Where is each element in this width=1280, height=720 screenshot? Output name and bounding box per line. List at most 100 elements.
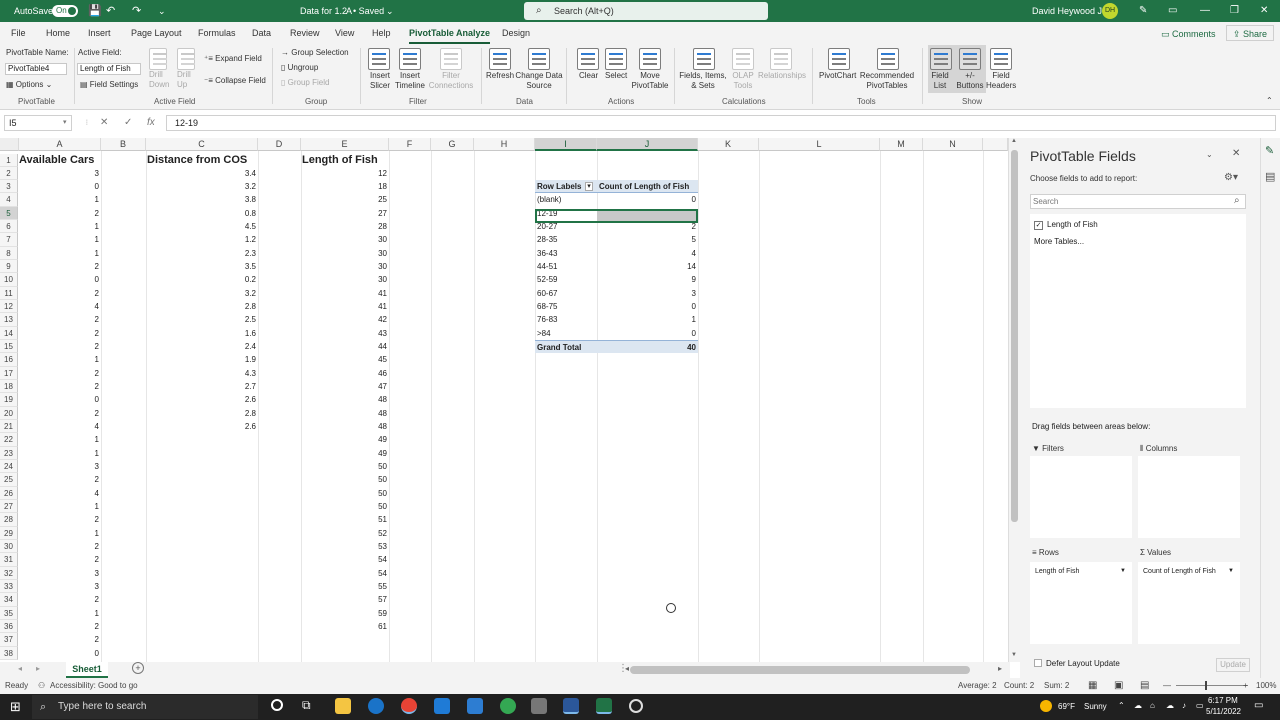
taskbar-search[interactable]: ⌕ Type here to search xyxy=(32,695,258,719)
cell-available-cars[interactable]: 1 xyxy=(19,233,101,246)
cell-available-cars[interactable]: 1 xyxy=(19,607,101,620)
row-header[interactable]: 30 xyxy=(0,540,18,554)
refresh-button[interactable]: Refresh xyxy=(486,71,514,80)
pane-settings-gear-icon[interactable]: ⚙▾ xyxy=(1224,172,1238,183)
column-header-c[interactable]: C xyxy=(146,138,258,151)
cell-length-of-fish[interactable]: 48 xyxy=(301,420,389,433)
row-header[interactable]: 3 xyxy=(0,180,18,194)
minimize-icon[interactable]: — xyxy=(1200,0,1210,22)
prev-sheet-icon[interactable]: ◂ xyxy=(18,664,22,673)
cell-available-cars[interactable]: 0 xyxy=(19,273,101,286)
columns-area[interactable] xyxy=(1138,456,1240,538)
volume-icon[interactable]: ♪ xyxy=(1182,701,1186,710)
column-header-e[interactable]: E xyxy=(301,138,389,151)
cell-available-cars[interactable]: 2 xyxy=(19,287,101,300)
cell-available-cars[interactable]: 1 xyxy=(19,447,101,460)
row-header[interactable]: 5 xyxy=(0,206,18,221)
fields-pane-icon[interactable]: ✎ xyxy=(1265,144,1274,157)
pivot-row-count[interactable]: 3 xyxy=(597,287,698,300)
cell-available-cars[interactable]: 2 xyxy=(19,340,101,353)
cell-distance-from-cos[interactable]: 2.3 xyxy=(146,247,258,260)
enter-icon[interactable]: ✓ xyxy=(124,115,132,131)
cell-available-cars[interactable]: 2 xyxy=(19,473,101,486)
cell-distance-from-cos[interactable]: 4.5 xyxy=(146,220,258,233)
cell-length-of-fish[interactable]: 59 xyxy=(301,607,389,620)
collapse-field-button[interactable]: ⁻≡ Collapse Field xyxy=(204,76,266,85)
cell-length-of-fish[interactable]: 46 xyxy=(301,367,389,380)
row-header[interactable]: 21 xyxy=(0,420,18,434)
user-name[interactable]: David Heywood Jr xyxy=(1032,0,1105,22)
tab-design[interactable]: Design xyxy=(502,22,530,44)
defer-layout-checkbox[interactable] xyxy=(1034,659,1042,667)
cell-distance-from-cos[interactable]: 0.8 xyxy=(146,207,258,220)
header-available-cars[interactable]: Available Cars xyxy=(19,152,101,168)
rows-field-pill[interactable]: Length of Fish ▼ xyxy=(1032,565,1128,578)
show-hidden-icons[interactable]: ⌃ xyxy=(1118,701,1125,710)
row-header[interactable]: 31 xyxy=(0,553,18,567)
name-box-dropdown-icon[interactable]: ▾ xyxy=(63,115,67,131)
row-header[interactable]: 4 xyxy=(0,193,18,207)
field-headers-button[interactable]: Field Headers xyxy=(986,71,1016,91)
column-header-m[interactable]: M xyxy=(880,138,923,151)
cell-available-cars[interactable]: 2 xyxy=(19,367,101,380)
cell-distance-from-cos[interactable]: 1.6 xyxy=(146,327,258,340)
cell-available-cars[interactable]: 3 xyxy=(19,567,101,580)
expand-field-button[interactable]: ⁺≡ Expand Field xyxy=(204,54,262,63)
undo-icon[interactable]: ↶ xyxy=(106,0,115,22)
pivot-row-count[interactable]: 1 xyxy=(597,313,698,326)
row-header[interactable]: 33 xyxy=(0,580,18,594)
cell-length-of-fish[interactable]: 25 xyxy=(301,193,389,206)
insert-timeline-button[interactable]: Insert Timeline xyxy=(393,71,427,91)
tab-file[interactable]: File xyxy=(11,22,26,44)
pivot-row-label[interactable]: 36-43 xyxy=(535,247,597,260)
cell-available-cars[interactable]: 3 xyxy=(19,167,101,180)
cell-length-of-fish[interactable]: 51 xyxy=(301,513,389,526)
row-header[interactable]: 11 xyxy=(0,286,18,301)
field-search-icon[interactable]: ⌕ xyxy=(1234,195,1240,206)
row-header[interactable]: 36 xyxy=(0,620,18,634)
pivotchart-button[interactable]: PivotChart xyxy=(819,71,856,80)
accessibility-status[interactable]: Accessibility: Good to go xyxy=(50,678,138,694)
status-count[interactable]: Count: 2 xyxy=(1004,678,1034,694)
add-sheet-icon[interactable]: + xyxy=(132,662,144,674)
cell-length-of-fish[interactable]: 30 xyxy=(301,233,389,246)
cell-length-of-fish[interactable]: 50 xyxy=(301,487,389,500)
cell-available-cars[interactable]: 0 xyxy=(19,647,101,660)
cell-distance-from-cos[interactable]: 3.5 xyxy=(146,260,258,273)
cell-length-of-fish[interactable]: 52 xyxy=(301,527,389,540)
vertical-scrollbar[interactable]: ▲ ▼ xyxy=(1008,138,1020,662)
page-layout-view-icon[interactable]: ▣ xyxy=(1114,678,1123,694)
cell-distance-from-cos[interactable]: 2.6 xyxy=(146,393,258,406)
cell-length-of-fish[interactable]: 54 xyxy=(301,553,389,566)
field-length-of-fish[interactable]: Length of Fish xyxy=(1047,220,1098,229)
cell-length-of-fish[interactable]: 30 xyxy=(301,273,389,286)
cell-available-cars[interactable]: 1 xyxy=(19,527,101,540)
row-header[interactable]: 29 xyxy=(0,526,18,541)
row-header[interactable]: 35 xyxy=(0,606,18,621)
column-header-a[interactable]: A xyxy=(19,138,101,151)
row-header[interactable]: 7 xyxy=(0,233,18,247)
row-header[interactable]: 24 xyxy=(0,460,18,474)
search-box[interactable]: ⌕ Search (Alt+Q) xyxy=(524,2,768,20)
cell-available-cars[interactable]: 2 xyxy=(19,540,101,553)
formula-input[interactable]: 12-19 xyxy=(166,115,1276,131)
cell-available-cars[interactable]: 2 xyxy=(19,380,101,393)
word-icon[interactable] xyxy=(563,698,579,714)
zoom-slider[interactable] xyxy=(1176,685,1248,686)
cell-available-cars[interactable]: 2 xyxy=(19,620,101,633)
battery-icon[interactable]: ▭ xyxy=(1196,701,1204,710)
windows-start-icon[interactable]: ⊞ xyxy=(10,699,21,715)
store-icon[interactable] xyxy=(467,698,483,714)
customize-qat-icon[interactable]: ⌄ xyxy=(158,0,166,22)
pane-options-dropdown-icon[interactable]: ⌄ xyxy=(1206,150,1213,159)
pivot-row-label[interactable]: 44-51 xyxy=(535,260,597,273)
status-sum[interactable]: Sum: 2 xyxy=(1044,678,1069,694)
tab-review[interactable]: Review xyxy=(290,22,320,44)
row-header[interactable]: 28 xyxy=(0,513,18,527)
options-button[interactable]: ▦ Options ⌄ xyxy=(6,80,52,89)
onedrive-icon[interactable]: ☁ xyxy=(1134,701,1142,710)
cell-available-cars[interactable]: 1 xyxy=(19,500,101,513)
pivot-grand-total-label[interactable]: Grand Total xyxy=(535,340,597,354)
cell-length-of-fish[interactable]: 61 xyxy=(301,620,389,633)
redo-icon[interactable]: ↷ xyxy=(132,0,141,22)
